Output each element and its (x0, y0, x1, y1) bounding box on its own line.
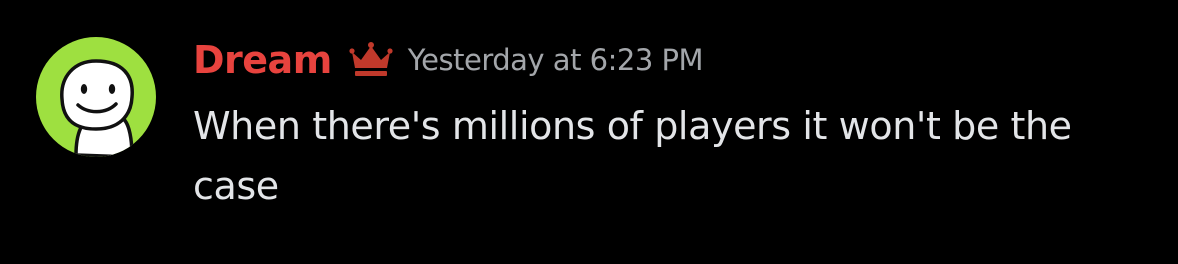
message-timestamp: Yesterday at 6:23 PM (407, 43, 704, 77)
dream-mask-icon (60, 59, 134, 157)
avatar[interactable] (36, 37, 156, 157)
author-name[interactable]: Dream (193, 34, 332, 86)
message-header: Dream Yesterday at 6:23 PM (193, 34, 704, 86)
chat-message: Dream Yesterday at 6:23 PM When there's … (0, 0, 1178, 264)
message-content: When there's millions of players it won'… (193, 104, 1072, 208)
crown-icon (348, 40, 394, 80)
